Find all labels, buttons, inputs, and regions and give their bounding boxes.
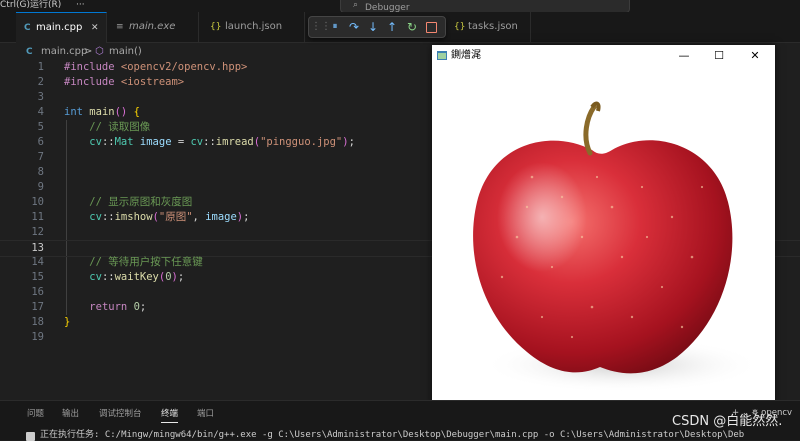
code-text: // 等待用户按下任意键: [89, 256, 203, 268]
tab-label: tasks.json: [468, 21, 518, 32]
code-text: int main() {: [64, 106, 140, 118]
panel-tab-debug-console[interactable]: 调试控制台: [99, 409, 142, 420]
step-into-icon[interactable]: ↓: [365, 19, 381, 35]
restart-icon[interactable]: ↻: [404, 19, 420, 35]
line-number: 14: [31, 256, 44, 268]
tab-label: main.cpp: [36, 22, 83, 33]
code-text: #include <opencv2/opencv.hpp>: [64, 61, 248, 73]
code-text: cv::imshow("原图", image);: [89, 211, 250, 223]
line-number: 1: [37, 61, 44, 73]
line-number: 15: [31, 271, 44, 283]
breadcrumb-file[interactable]: main.cpp: [41, 44, 87, 60]
line-number: 9: [37, 181, 44, 193]
line-number: 2: [37, 76, 44, 88]
cpp-file-icon: C: [24, 23, 31, 33]
image-window-titlebar[interactable]: 鍘熷浘 — ☐ ✕: [432, 45, 775, 67]
binary-file-icon: ≡: [116, 22, 124, 32]
tab-label: launch.json: [225, 21, 283, 32]
tab-main-exe[interactable]: ≡ main.exe: [106, 12, 199, 42]
line-number: 13: [31, 242, 44, 254]
menu-item-run[interactable]: 运行(R): [30, 0, 61, 11]
close-icon[interactable]: ✕: [743, 47, 767, 65]
stop-icon[interactable]: [426, 22, 437, 33]
tab-launch-json[interactable]: {} launch.json: [198, 12, 305, 42]
line-number: 16: [31, 286, 44, 298]
menu-more[interactable]: ···: [76, 0, 85, 11]
breadcrumb-symbol[interactable]: main(): [109, 44, 142, 60]
code-text: #include <iostream>: [64, 76, 185, 88]
line-number: 12: [31, 226, 44, 238]
line-number: 17: [31, 301, 44, 313]
drag-handle-icon[interactable]: ⋮⋮: [311, 19, 331, 35]
line-number: 7: [37, 151, 44, 163]
line-number: 3: [37, 91, 44, 103]
apple-image: [473, 101, 762, 393]
image-window-title: 鍘熷浘: [451, 50, 481, 61]
breadcrumb-separator: >: [84, 46, 93, 57]
close-icon[interactable]: ✕: [91, 13, 99, 43]
breadcrumb: C main.cpp > ⬡ main(): [0, 44, 430, 60]
panel-tab-problems[interactable]: 问题: [27, 409, 44, 420]
line-number: 4: [37, 106, 44, 118]
tab-tasks-json[interactable]: {} tasks.json: [444, 12, 531, 42]
code-text: cv::Mat image = cv::imread("pingguo.jpg"…: [89, 136, 355, 148]
line-number: 6: [37, 136, 44, 148]
line-number: 18: [31, 316, 44, 328]
tab-main-cpp[interactable]: C main.cpp ✕: [16, 12, 107, 43]
step-out-icon[interactable]: ↑: [384, 19, 400, 35]
watermark: CSDN @白能然然.: [672, 414, 783, 429]
code-text: cv::waitKey(0);: [89, 271, 185, 283]
minimize-icon[interactable]: —: [672, 47, 696, 65]
window-app-icon: [437, 51, 447, 60]
image-window: 鍘熷浘 — ☐ ✕: [432, 45, 775, 408]
menu-item-goto[interactable]: Ctrl(G): [0, 0, 30, 11]
terminal-output: 正在执行任务: C:/Mingw/mingw64/bin/g++.exe -g …: [40, 430, 745, 440]
step-over-icon[interactable]: ↷: [346, 19, 362, 35]
json-file-icon: {}: [210, 22, 222, 32]
pause-icon[interactable]: ⏸: [327, 19, 343, 35]
line-number: 11: [31, 211, 44, 223]
code-text: // 显示原图和灰度图: [89, 196, 193, 208]
maximize-icon[interactable]: ☐: [707, 47, 731, 65]
line-number: 8: [37, 166, 44, 178]
line-number: 10: [31, 196, 44, 208]
cpp-file-icon: C: [26, 47, 33, 57]
method-icon: ⬡: [95, 46, 104, 57]
command-center-label: ⌕ Debugger [管理员]: [353, 0, 410, 24]
code-text: }: [64, 316, 71, 328]
json-file-icon: {}: [454, 22, 466, 32]
title-bar: Ctrl(G) 运行(R) ··· ⌕ Debugger [管理员]: [0, 0, 800, 24]
terminal-task-icon: [26, 432, 35, 441]
panel-tab-output[interactable]: 输出: [62, 409, 79, 420]
code-text: // 读取图像: [89, 121, 151, 133]
panel-tab-ports[interactable]: 端口: [197, 409, 214, 420]
debug-toolbar: ⋮⋮ ⏸ ↷ ↓ ↑ ↻: [308, 16, 446, 38]
line-number: 19: [31, 331, 44, 343]
tab-label: main.exe: [129, 21, 176, 32]
code-text: return 0;: [89, 301, 147, 313]
panel-tab-terminal[interactable]: 终端: [161, 409, 179, 423]
line-number: 5: [37, 121, 44, 133]
